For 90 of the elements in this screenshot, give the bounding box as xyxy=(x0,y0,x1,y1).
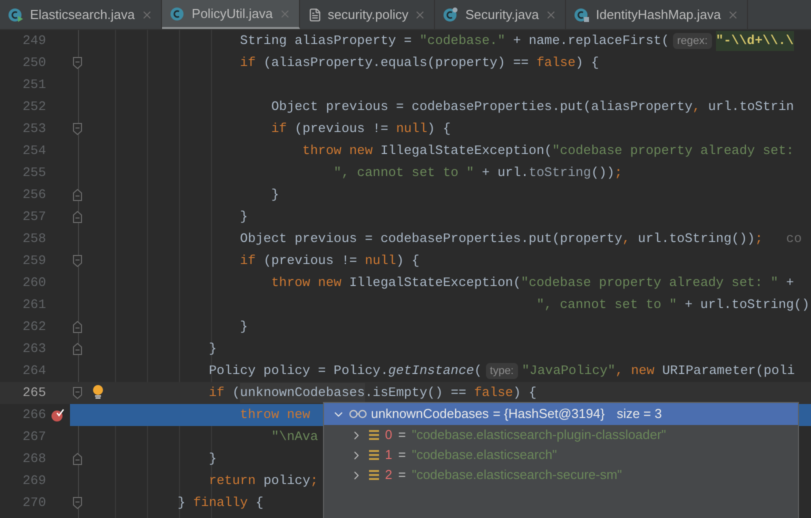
code-line: } xyxy=(239,318,248,336)
fold-marker-icon[interactable] xyxy=(72,57,82,69)
lightbulb-icon[interactable] xyxy=(92,384,104,400)
line-number: 265 xyxy=(22,384,46,402)
code-line: ", cannot set to " + url.toString()); xyxy=(332,164,622,182)
line-number: 261 xyxy=(22,296,46,314)
field-icon xyxy=(369,450,379,460)
code-line: throw new xyxy=(239,406,310,424)
code-line: if (unknownCodebases.isEmpty() == false) { xyxy=(84,382,537,404)
variable-row[interactable]: unknownCodebases = {HashSet@3194} size = 3 xyxy=(324,403,798,425)
element-row[interactable]: 0 = "codebase.elasticsearch-plugin-classloader" xyxy=(324,425,798,445)
line-number: 256 xyxy=(22,186,46,204)
line-number: 264 xyxy=(22,362,46,380)
code-line: ", cannot set to " + url.toString() xyxy=(535,296,810,314)
variable-value: = {HashSet@3194} xyxy=(492,405,605,424)
element-index: 1 xyxy=(385,446,392,464)
code-line: String aliasProperty = "codebase." + name.replaceFirst( regex: "-\\d+\\.\ xyxy=(84,30,794,52)
class-icon xyxy=(574,6,590,22)
element-index: 2 xyxy=(385,466,392,484)
line-number: 253 xyxy=(22,120,46,138)
class-icon xyxy=(170,6,186,22)
equals-sign: = xyxy=(398,466,406,484)
line-number: 269 xyxy=(22,472,46,490)
line-number: 251 xyxy=(22,76,46,94)
element-value: "codebase.elasticsearch" xyxy=(412,446,557,464)
code-line: } xyxy=(208,340,217,358)
field-icon xyxy=(369,430,379,440)
code-line: Object previous = codebaseProperties.put(aliasProperty, url.toStrin xyxy=(270,98,794,116)
code-line: } finally { xyxy=(176,494,264,512)
fold-marker-icon[interactable] xyxy=(72,497,82,509)
code-line: } xyxy=(270,186,280,204)
code-line: throw new IllegalStateException("codebase property already set: xyxy=(301,142,794,160)
code-line: if (previous != null) { xyxy=(239,252,420,270)
fold-marker-icon[interactable] xyxy=(72,255,82,267)
line-number: 270 xyxy=(22,494,46,512)
equals-sign: = xyxy=(398,446,406,464)
editor-tab[interactable]: Elasticsearch.java xyxy=(0,0,162,29)
code-line: } xyxy=(208,450,217,468)
close-icon[interactable] xyxy=(414,8,426,20)
close-icon[interactable] xyxy=(544,8,557,20)
fold-marker-icon[interactable] xyxy=(72,123,82,135)
line-number: 259 xyxy=(22,252,46,270)
equals-sign: = xyxy=(398,426,406,444)
fold-marker-icon[interactable] xyxy=(72,189,82,201)
breakpoint-icon[interactable] xyxy=(51,408,65,422)
fold-marker-icon[interactable] xyxy=(72,387,82,399)
line-number: 249 xyxy=(22,32,46,50)
element-row[interactable]: 2 = "codebase.elasticsearch-secure-sm" xyxy=(324,465,798,485)
line-number: 257 xyxy=(22,208,46,226)
line-number: 258 xyxy=(22,230,46,248)
fold-marker-icon[interactable] xyxy=(72,453,82,465)
fold-marker-icon[interactable] xyxy=(72,321,82,333)
line-number: 255 xyxy=(22,164,46,182)
line-number: 262 xyxy=(22,318,46,336)
element-row[interactable]: 1 = "codebase.elasticsearch" xyxy=(324,445,798,465)
glasses-icon xyxy=(349,409,367,419)
element-value: "codebase.elasticsearch-secure-sm" xyxy=(412,466,622,484)
code-line: Object previous = codebaseProperties.put(property, url.toString()); co xyxy=(239,230,802,248)
editor-tab[interactable]: PolicyUtil.java xyxy=(162,0,300,29)
line-number: 266 xyxy=(22,406,46,424)
line-number: 260 xyxy=(22,274,46,292)
code-line: if (previous != null) { xyxy=(270,120,451,138)
variable-size: size = 3 xyxy=(616,405,662,424)
code-line: } xyxy=(239,208,248,226)
field-icon xyxy=(369,470,379,480)
editor-tab[interactable]: Security.java xyxy=(435,0,566,29)
line-number: 268 xyxy=(22,450,46,468)
code-line: return policy; xyxy=(208,472,318,490)
class-icon xyxy=(8,6,24,22)
file-icon xyxy=(308,8,322,22)
close-icon[interactable] xyxy=(278,8,291,20)
line-number: 267 xyxy=(22,428,46,446)
line-number: 252 xyxy=(22,98,46,116)
editor-tab[interactable]: security.policy xyxy=(300,0,436,29)
line-number: 263 xyxy=(22,340,46,358)
line-number: 250 xyxy=(22,54,46,72)
fold-marker-icon[interactable] xyxy=(72,211,82,223)
class-icon xyxy=(443,6,460,22)
code-line: Policy policy = Policy.getInstance( type: "JavaPolicy", new URIParameter(poli xyxy=(208,362,795,382)
code-line: "\nAva xyxy=(270,428,318,446)
element-value: "codebase.elasticsearch-plugin-classloader" xyxy=(412,426,666,444)
close-icon[interactable] xyxy=(140,8,153,20)
line-number: 254 xyxy=(22,142,46,160)
code-line: throw new IllegalStateException("codebase property already set: " + xyxy=(270,274,794,292)
fold-marker-icon[interactable] xyxy=(72,343,82,355)
element-index: 0 xyxy=(385,426,392,444)
close-icon[interactable] xyxy=(726,8,739,20)
variable-name: unknownCodebases xyxy=(371,405,489,424)
code-line: if (aliasProperty.equals(property) == false) { xyxy=(239,54,599,72)
editor-tab[interactable]: IdentityHashMap.java xyxy=(566,0,748,29)
